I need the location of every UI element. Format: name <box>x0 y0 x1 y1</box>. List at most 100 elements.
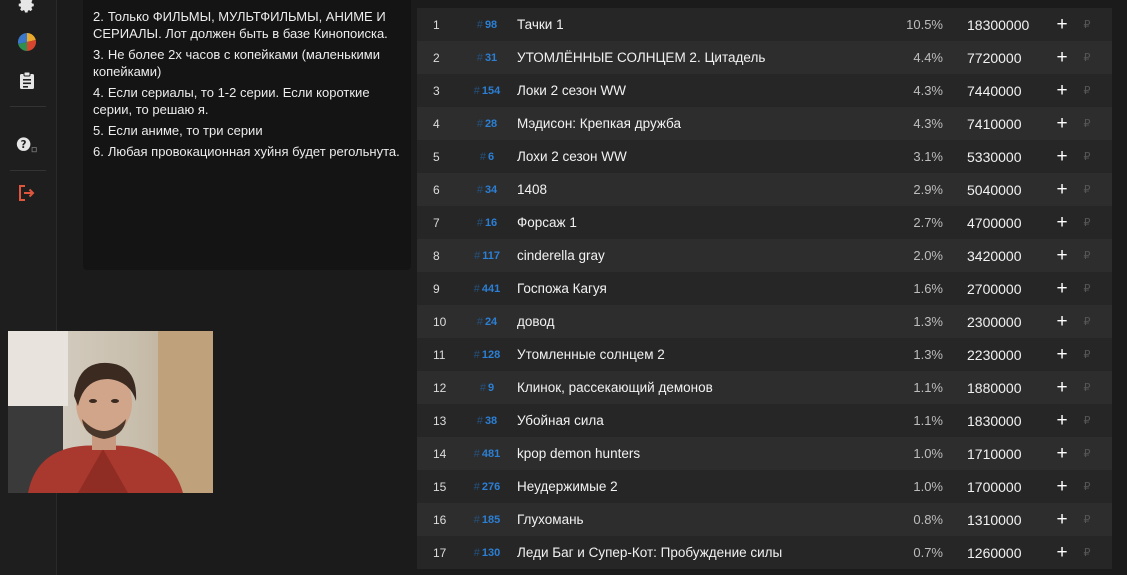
hash-icon: # <box>476 216 483 229</box>
lot-id-link[interactable]: #34 <box>457 184 517 196</box>
lot-title: Лохи 2 сезон WW <box>517 149 627 164</box>
table-row: 1 #98 Тачки 1 10.5% 18300000 + ₽ <box>417 8 1112 41</box>
rule-item: 6. Любая провокационная хуйня будет perол… <box>93 143 401 160</box>
lot-percent: 4.3% <box>913 83 943 98</box>
lot-title: Леди Баг и Супер-Кот: Пробуждение силы <box>517 545 783 560</box>
lot-id-link[interactable]: #185 <box>457 514 517 526</box>
add-bid-button[interactable]: + <box>1047 47 1077 69</box>
sidebar-divider <box>10 170 46 171</box>
add-bid-button[interactable]: + <box>1047 14 1077 36</box>
ruble-icon[interactable]: ₽ <box>1077 480 1097 493</box>
lot-amount: 7720000 <box>967 49 1022 66</box>
add-bid-button[interactable]: + <box>1047 377 1077 399</box>
ruble-icon[interactable]: ₽ <box>1077 18 1097 31</box>
lot-title: Убойная сила <box>517 413 604 428</box>
lot-percent: 1.3% <box>913 347 943 362</box>
lot-id-link[interactable]: #117 <box>457 250 517 262</box>
add-bid-button[interactable]: + <box>1047 245 1077 267</box>
add-bid-button[interactable]: + <box>1047 344 1077 366</box>
ruble-icon[interactable]: ₽ <box>1077 249 1097 262</box>
rule-text: Любая провокационная хуйня будет perольн… <box>107 144 400 159</box>
rule-item: 5. Если аниме, то три серии <box>93 122 401 139</box>
ruble-icon[interactable]: ₽ <box>1077 183 1097 196</box>
ruble-icon[interactable]: ₽ <box>1077 216 1097 229</box>
lot-title: kpop demon hunters <box>517 446 641 461</box>
ruble-icon[interactable]: ₽ <box>1077 546 1097 559</box>
lot-id-link[interactable]: #38 <box>457 415 517 427</box>
lot-percent: 2.7% <box>913 215 943 230</box>
lot-id-link[interactable]: #154 <box>457 85 517 97</box>
add-bid-button[interactable]: + <box>1047 410 1077 432</box>
lot-id-link[interactable]: #31 <box>457 52 517 64</box>
ruble-icon[interactable]: ₽ <box>1077 150 1097 163</box>
lot-amount: 1830000 <box>967 412 1022 429</box>
lot-id-link[interactable]: #481 <box>457 448 517 460</box>
add-bid-button[interactable]: + <box>1047 311 1077 333</box>
hash-icon: # <box>476 117 483 130</box>
lot-title: УТОМЛЁННЫЕ СОЛНЦЕМ 2. Цитадель <box>517 50 766 65</box>
lot-id-link[interactable]: #6 <box>457 151 517 163</box>
add-bid-button[interactable]: + <box>1047 212 1077 234</box>
rule-text: Если сериалы, то 1-2 серии. Если коротки… <box>93 85 370 117</box>
logout-icon[interactable] <box>16 182 38 204</box>
help-icon[interactable]: ? <box>16 134 38 156</box>
ruble-icon[interactable]: ₽ <box>1077 51 1097 64</box>
lot-id-link[interactable]: #28 <box>457 118 517 130</box>
lot-id-link[interactable]: #128 <box>457 349 517 361</box>
ruble-icon[interactable]: ₽ <box>1077 84 1097 97</box>
lot-percent: 4.4% <box>913 50 943 65</box>
add-bid-button[interactable]: + <box>1047 113 1077 135</box>
hash-icon: # <box>473 480 480 493</box>
lot-id-link[interactable]: #441 <box>457 283 517 295</box>
add-bid-button[interactable]: + <box>1047 443 1077 465</box>
ruble-icon[interactable]: ₽ <box>1077 447 1097 460</box>
add-bid-button[interactable]: + <box>1047 146 1077 168</box>
lot-id-link[interactable]: #9 <box>457 382 517 394</box>
ruble-icon[interactable]: ₽ <box>1077 117 1097 130</box>
hash-icon: # <box>476 183 483 196</box>
lot-id-link[interactable]: #276 <box>457 481 517 493</box>
lots-table: 1 #98 Тачки 1 10.5% 18300000 + ₽2 #31 УТОМЛЁННЫЕ… <box>417 8 1112 575</box>
add-bid-button[interactable]: + <box>1047 278 1077 300</box>
row-index: 16 <box>433 512 447 527</box>
ruble-icon[interactable]: ₽ <box>1077 282 1097 295</box>
lot-title: Мэдисон: Крепкая дружба <box>517 116 681 131</box>
webcam-overlay <box>8 331 213 493</box>
lot-amount: 18300000 <box>967 16 1030 33</box>
add-bid-button[interactable]: + <box>1047 542 1077 564</box>
hash-icon: # <box>473 447 480 460</box>
pie-chart-icon[interactable] <box>16 31 38 53</box>
ruble-icon[interactable]: ₽ <box>1077 513 1097 526</box>
add-bid-button[interactable]: + <box>1047 509 1077 531</box>
lot-id-link[interactable]: #16 <box>457 217 517 229</box>
ruble-icon[interactable]: ₽ <box>1077 414 1097 427</box>
lot-id: 24 <box>484 315 498 328</box>
clipboard-icon[interactable] <box>16 69 38 91</box>
add-bid-button[interactable]: + <box>1047 476 1077 498</box>
lot-id: 9 <box>488 381 495 394</box>
lot-amount: 2700000 <box>967 280 1022 297</box>
lot-id-link[interactable]: #98 <box>457 19 517 31</box>
rule-text: Не более 2х часов с копейками (маленьким… <box>93 47 380 79</box>
table-row: 9 #441 Госпожа Кагуя 1.6% 2700000 + ₽ <box>417 272 1112 305</box>
lot-id: 28 <box>484 117 498 130</box>
row-index: 7 <box>433 215 440 230</box>
add-bid-button[interactable]: + <box>1047 80 1077 102</box>
rule-text: Если аниме, то три серии <box>107 123 263 138</box>
lot-percent: 3.1% <box>913 149 943 164</box>
add-bid-button[interactable]: + <box>1047 179 1077 201</box>
lot-id: 481 <box>481 447 501 460</box>
hash-icon: # <box>473 513 480 526</box>
ruble-icon[interactable]: ₽ <box>1077 381 1097 394</box>
lot-title: Госпожа Кагуя <box>517 281 607 296</box>
lot-id: 98 <box>484 18 498 31</box>
row-index: 13 <box>433 413 447 428</box>
ruble-icon[interactable]: ₽ <box>1077 348 1097 361</box>
lot-id-link[interactable]: #130 <box>457 547 517 559</box>
lot-amount: 1310000 <box>967 511 1022 528</box>
lot-id-link[interactable]: #24 <box>457 316 517 328</box>
lot-amount: 1710000 <box>967 445 1022 462</box>
lot-id: 34 <box>484 183 498 196</box>
ruble-icon[interactable]: ₽ <box>1077 315 1097 328</box>
gear-icon[interactable] <box>16 0 38 16</box>
